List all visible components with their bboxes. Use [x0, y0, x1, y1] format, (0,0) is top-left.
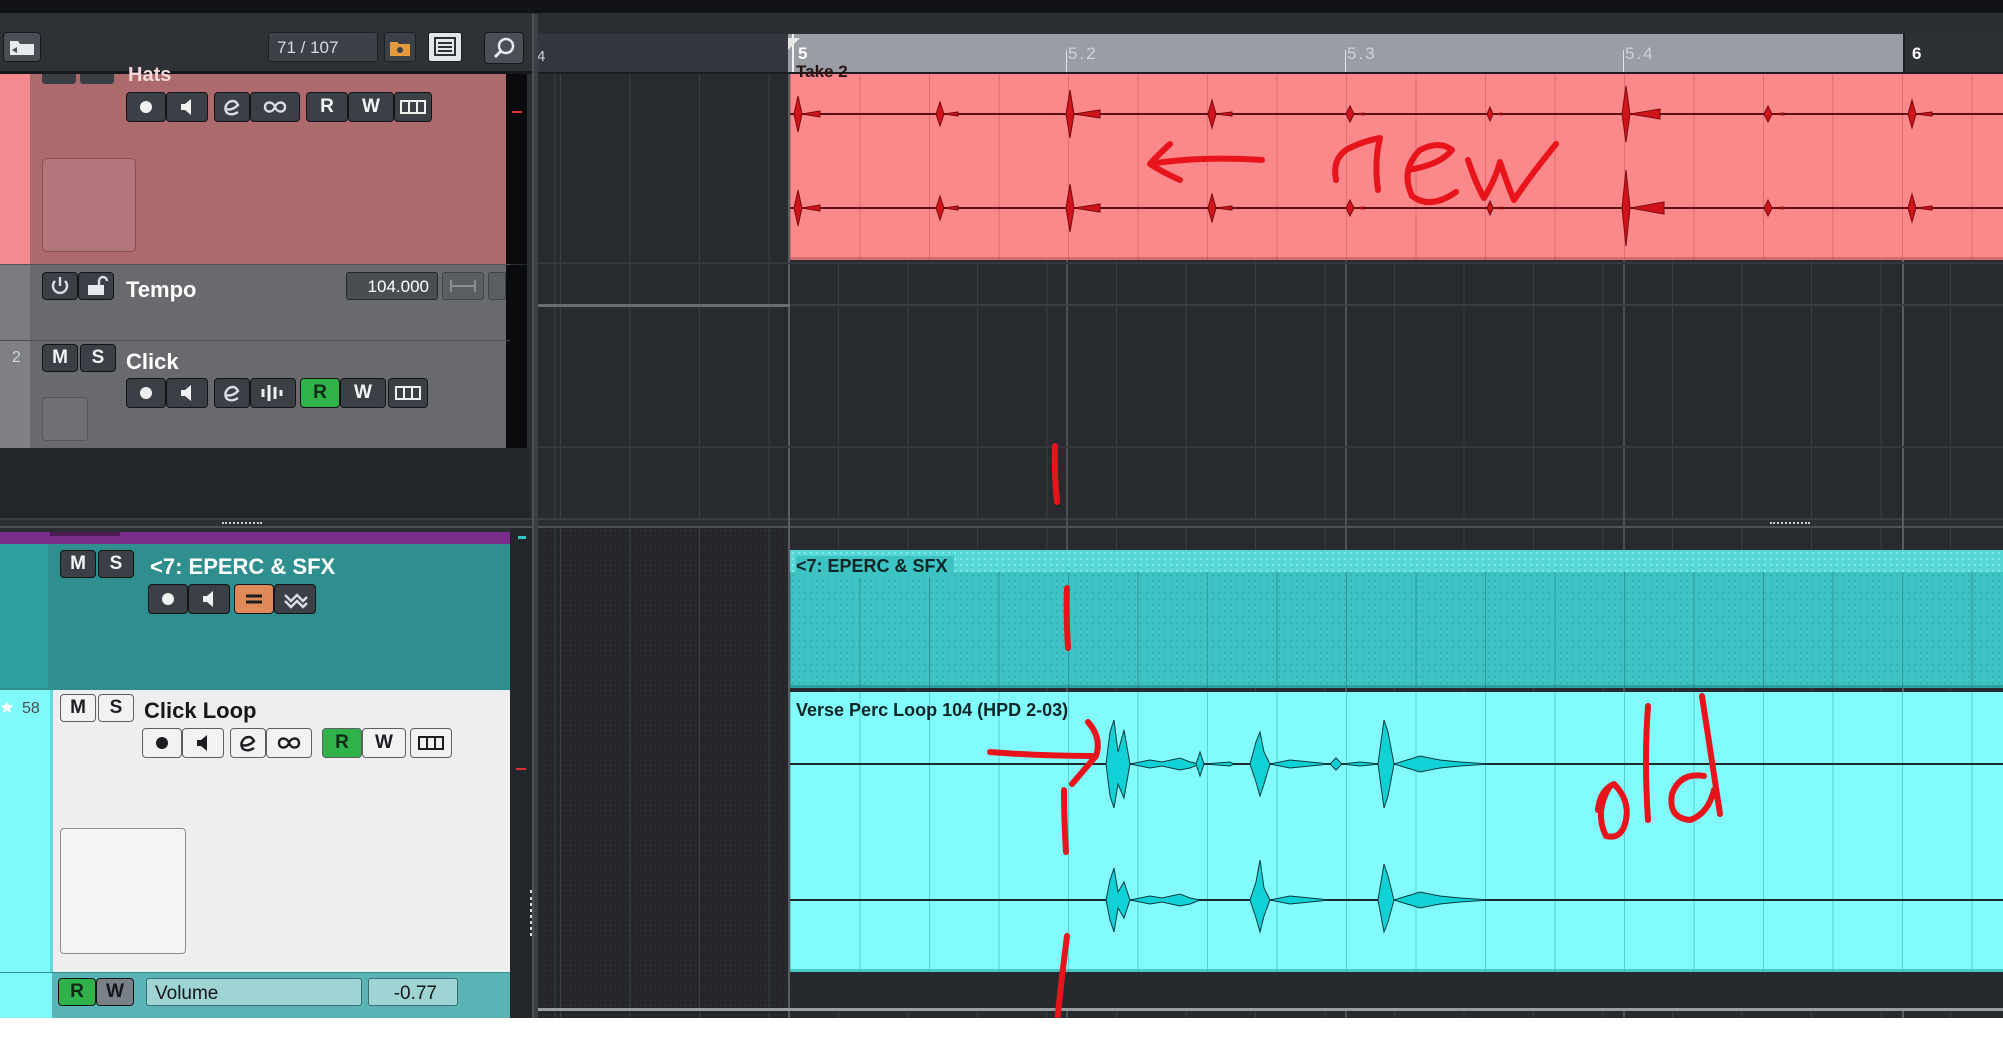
old-letter-d	[1668, 693, 1723, 823]
daw-window: 71 / 107 4 5 5.2 5.3 5.4 6 Hats R W Temp…	[0, 0, 2003, 1018]
pen-annotations	[987, 135, 1723, 1018]
old-letter-o	[1595, 781, 1630, 840]
arrow-right-annotation	[987, 719, 1101, 787]
vline-4	[1054, 933, 1070, 1018]
old-letter-l	[1643, 703, 1651, 823]
vline-2	[1063, 585, 1071, 651]
new-letter-n	[1332, 135, 1383, 193]
new-letter-w	[1465, 141, 1559, 203]
vline-1	[1051, 443, 1060, 505]
new-letter-e	[1404, 142, 1459, 205]
vline-3	[1061, 787, 1069, 855]
arrow-left-annotation	[1147, 141, 1265, 183]
